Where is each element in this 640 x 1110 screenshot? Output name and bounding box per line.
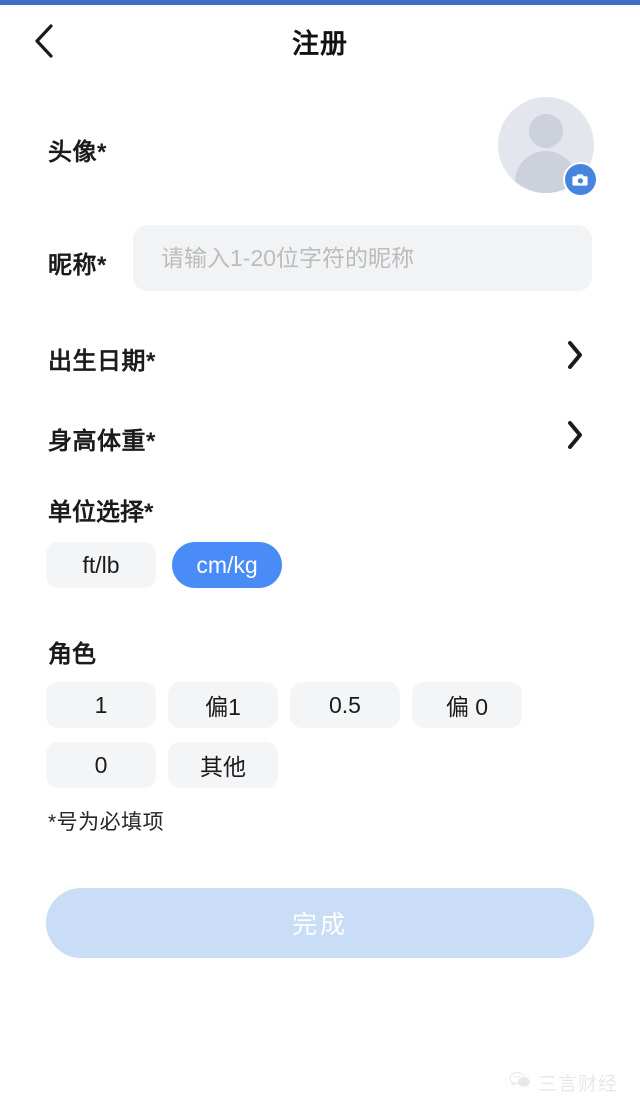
nickname-label: 昵称* [48, 252, 107, 279]
birthdate-row[interactable]: 出生日期* [0, 327, 640, 385]
role-option-05[interactable]: 0.5 [290, 682, 400, 728]
role-option-0[interactable]: 0 [46, 742, 156, 788]
role-option-near0[interactable]: 偏 0 [412, 682, 522, 728]
role-option-near1[interactable]: 偏1 [168, 682, 278, 728]
height-weight-row[interactable]: 身高体重* [0, 407, 640, 465]
watermark-text: 三言财经 [537, 1074, 618, 1095]
person-placeholder-icon [529, 114, 563, 148]
unit-option-cmkg[interactable]: cm/kg [172, 542, 282, 588]
role-option-other[interactable]: 其他 [168, 742, 278, 788]
app-screen: 注册 头像* 昵称* 出生日期* [0, 0, 640, 1110]
chevron-right-icon [560, 420, 590, 450]
birthdate-label: 出生日期* [48, 348, 156, 375]
submit-button[interactable]: 完成 [46, 888, 594, 958]
role-option-1[interactable]: 1 [46, 682, 156, 728]
page-title: 注册 [292, 28, 348, 59]
navigation-bar: 注册 [0, 5, 640, 77]
unit-option-ftlb[interactable]: ft/lb [46, 542, 156, 588]
chevron-right-icon [560, 340, 590, 370]
height-weight-label: 身高体重* [48, 428, 156, 455]
avatar-upload-button[interactable] [498, 97, 596, 195]
nickname-input[interactable] [133, 225, 592, 291]
role-options: 1 偏1 0.5 偏 0 0 其他 [46, 682, 586, 788]
role-label: 角色 [48, 641, 96, 668]
nickname-row: 昵称* [0, 225, 640, 295]
watermark: 三言财经 [509, 1069, 618, 1096]
unit-options: ft/lb cm/kg [46, 542, 282, 588]
unit-label: 单位选择* [48, 499, 154, 526]
avatar-label: 头像* [48, 139, 107, 166]
required-fields-note: *号为必填项 [48, 811, 165, 834]
camera-icon[interactable] [565, 164, 596, 195]
wechat-icon [509, 1071, 531, 1094]
avatar-row: 头像* [0, 95, 640, 205]
